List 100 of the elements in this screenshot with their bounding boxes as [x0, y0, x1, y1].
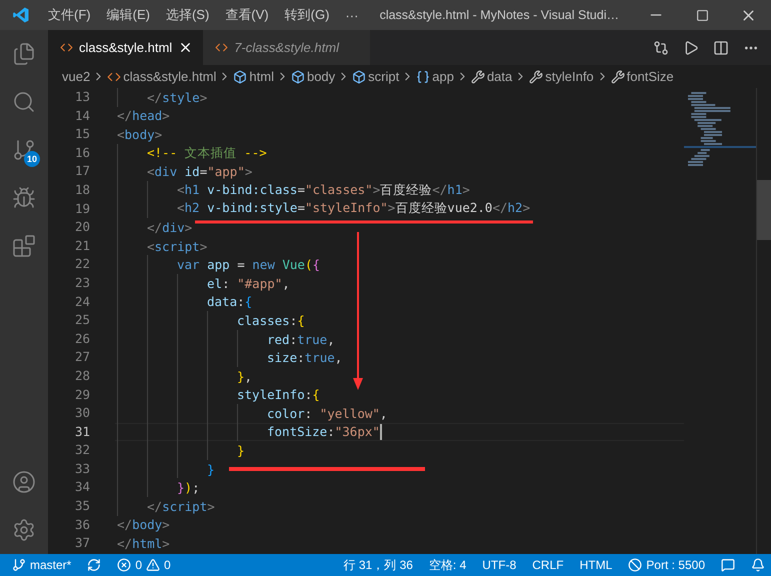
code-line: <script>: [147, 238, 208, 254]
extensions-icon[interactable]: [12, 234, 36, 258]
code-icon: [215, 41, 228, 54]
status-item[interactable]: CRLF: [532, 558, 564, 572]
braces-icon: [416, 70, 430, 84]
line-number: 32: [74, 441, 90, 460]
status-item[interactable]: 空格: 4: [428, 556, 466, 574]
scrollbar-thumb[interactable]: [757, 180, 771, 240]
line-number: 14: [74, 106, 90, 125]
wrench-icon: [610, 70, 625, 84]
code-line: fontSize:"36px": [267, 424, 380, 440]
line-number: 31: [74, 422, 90, 441]
line-number: 34: [74, 478, 90, 496]
settings-icon[interactable]: [12, 518, 36, 542]
code-line: }: [207, 462, 215, 477]
breadcrumb-item[interactable]: body: [306, 69, 336, 84]
line-number: 13: [74, 88, 90, 106]
wrench-icon: [470, 70, 485, 84]
line-number: 30: [74, 404, 90, 422]
error-icon: [117, 558, 132, 572]
feedback-icon[interactable]: [721, 558, 735, 572]
code-line: styleInfo:{: [237, 387, 320, 402]
status-item[interactable]: HTML: [580, 558, 612, 572]
text-cursor: [380, 424, 382, 440]
menu-item[interactable]: 查看(V): [217, 6, 277, 24]
breadcrumb-item[interactable]: fontSize: [626, 69, 674, 84]
line-number: 28: [74, 366, 90, 385]
search-icon[interactable]: [12, 90, 36, 114]
compare-icon[interactable]: [653, 40, 669, 56]
code-line: <h1 v-bind:class="classes">百度经验</h1>: [177, 182, 470, 199]
menu-item[interactable]: 转到(G): [276, 6, 338, 24]
code-line: <div id="app">: [147, 164, 252, 180]
branch-status[interactable]: master*: [12, 558, 72, 572]
line-number: 19: [74, 200, 90, 218]
cube-icon: [290, 70, 305, 84]
split-editor-icon[interactable]: [713, 40, 729, 56]
line-number: 24: [74, 292, 90, 311]
line-number: 35: [74, 497, 90, 516]
run-icon[interactable]: [683, 40, 699, 56]
code-icon: [60, 41, 73, 54]
sync-icon[interactable]: [87, 558, 102, 572]
code-line: red:true,: [267, 332, 335, 347]
line-number: 22: [74, 255, 90, 274]
line-number: 18: [74, 180, 90, 199]
cube-icon: [352, 70, 366, 84]
prohibited-icon: [628, 558, 642, 572]
line-number: 25: [74, 311, 90, 330]
line-number: 26: [74, 330, 90, 348]
code-line: color: "yellow",: [267, 406, 388, 421]
explorer-icon[interactable]: [12, 42, 36, 66]
account-icon[interactable]: [12, 470, 36, 494]
more-menu[interactable]: ···: [337, 8, 366, 22]
code-line: <body>: [117, 126, 162, 142]
line-number: 33: [74, 460, 90, 478]
line-number: 21: [74, 236, 90, 255]
breadcrumb-item[interactable]: data: [486, 69, 512, 84]
menu-item[interactable]: 选择(S): [158, 6, 218, 24]
editor-tab[interactable]: 7-class&style.html: [203, 30, 370, 65]
code-line: </div>: [147, 220, 192, 235]
code-line: el: "#app",: [207, 276, 290, 291]
errors-status[interactable]: 0: [117, 558, 142, 572]
window-title: class&style.html - MyNotes - Visual Studi…: [378, 8, 620, 22]
line-number: 16: [74, 144, 90, 162]
wrench-icon: [529, 70, 544, 84]
code-line: var app = new Vue({: [177, 257, 320, 272]
line-number: 29: [74, 386, 90, 404]
editor-tab[interactable]: class&style.html: [48, 30, 204, 65]
warnings-status[interactable]: 0: [146, 558, 171, 572]
code-line: }: [237, 443, 245, 458]
code-line: </html>: [117, 536, 170, 552]
line-number: 15: [74, 125, 90, 144]
line-number: 37: [74, 534, 90, 552]
line-number: 27: [74, 348, 90, 366]
debug-icon[interactable]: [12, 186, 36, 210]
code-line: <h2 v-bind:style="styleInfo">百度经验vue2.0</h2>: [177, 200, 530, 218]
breadcrumb-item[interactable]: html: [249, 69, 274, 84]
branch-icon: [12, 558, 26, 572]
breadcrumb-item[interactable]: styleInfo: [545, 69, 594, 84]
code-line: size:true,: [267, 350, 342, 366]
code-line: </style>: [147, 90, 208, 105]
line-number: 17: [74, 162, 90, 180]
code-line: </script>: [147, 498, 215, 514]
breadcrumb-item[interactable]: script: [368, 69, 400, 84]
status-item[interactable]: UTF-8: [482, 558, 516, 572]
notification-icon[interactable]: [751, 558, 765, 572]
breadcrumb-item[interactable]: vue2: [62, 69, 90, 84]
port-status[interactable]: Port : 5500: [628, 558, 705, 572]
menu-item[interactable]: 文件(F): [40, 6, 99, 24]
breadcrumb-item[interactable]: class&style.html: [123, 69, 216, 84]
source-control-icon[interactable]: [12, 138, 36, 162]
menu-item[interactable]: 编辑(E): [98, 6, 158, 24]
code-line: data:{: [207, 294, 252, 310]
status-item[interactable]: 行 31，列 36: [344, 556, 413, 574]
code-line: classes:{: [237, 312, 305, 328]
app-logo: [12, 6, 30, 24]
badge: 10: [24, 151, 40, 167]
line-number: 23: [74, 274, 90, 292]
code-line: <!-- 文本插值 -->: [147, 144, 267, 162]
warning-icon: [146, 558, 160, 572]
breadcrumb-item[interactable]: app: [432, 69, 454, 84]
